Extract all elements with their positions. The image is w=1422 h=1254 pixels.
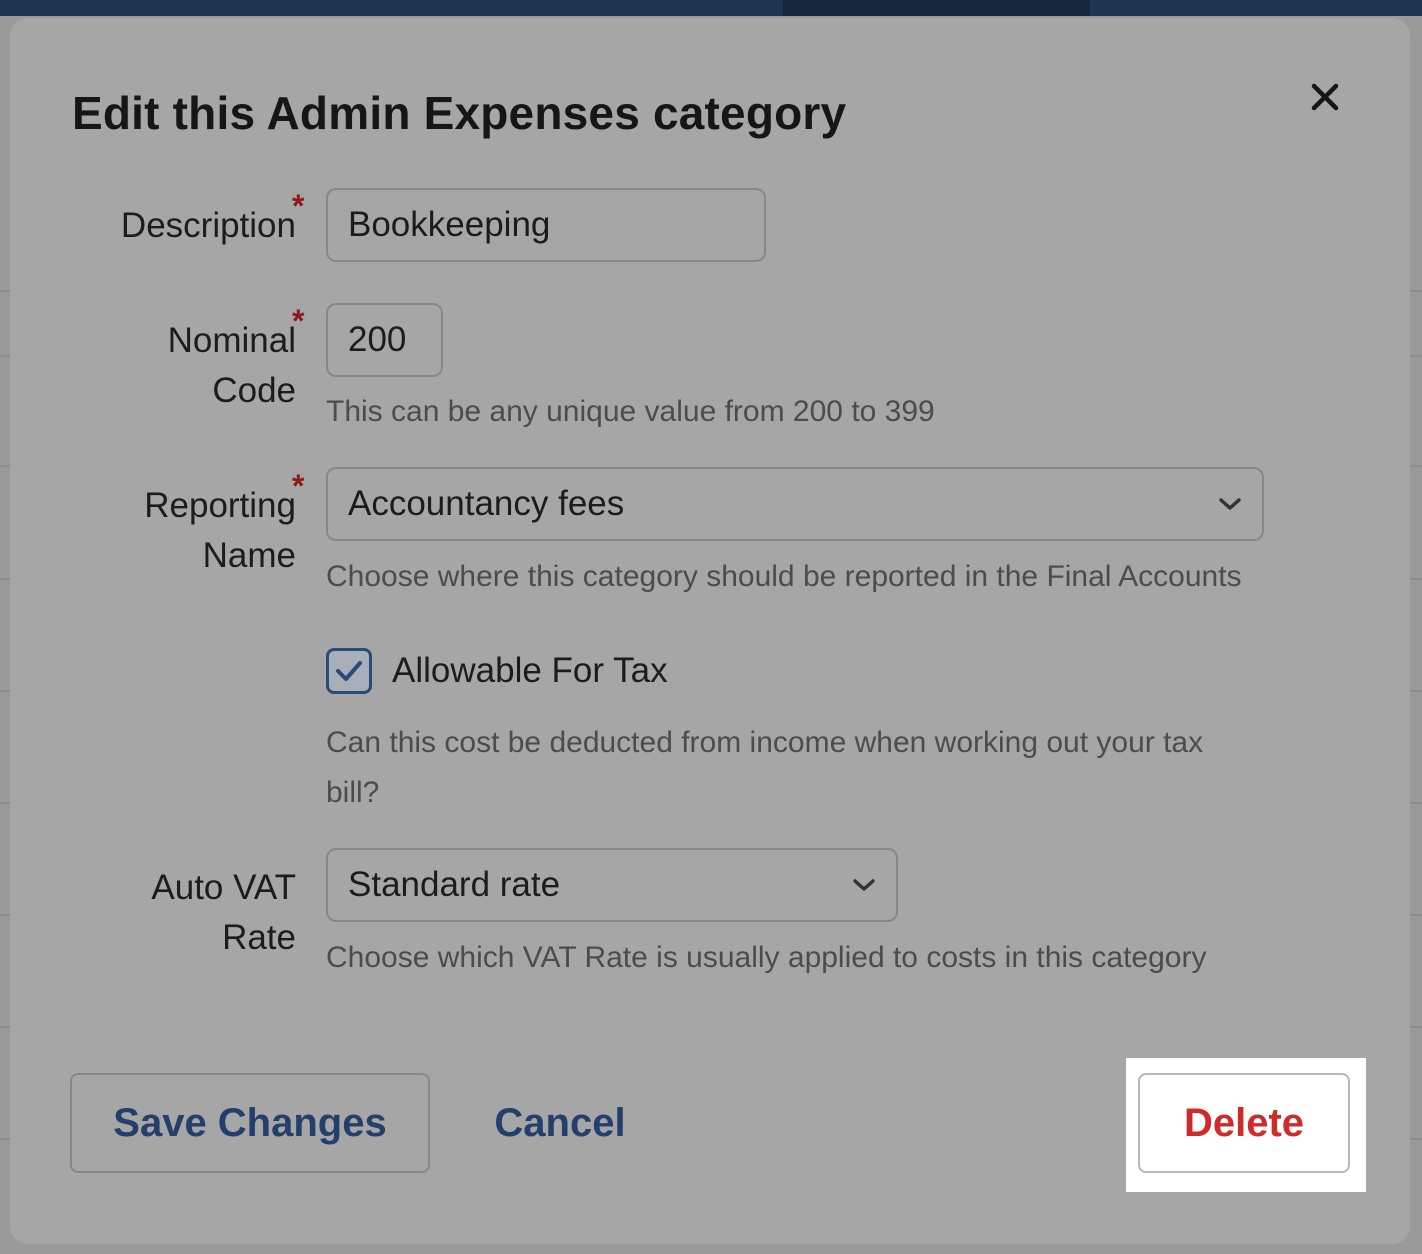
description-value: Bookkeeping <box>348 205 551 244</box>
allowable-for-tax-checkbox[interactable] <box>326 648 372 694</box>
required-marker: * <box>292 303 305 339</box>
nominal-code-hint: This can be any unique value from 200 to… <box>326 395 935 428</box>
chevron-down-icon <box>853 879 875 891</box>
nominal-code-value: 200 <box>348 320 407 359</box>
nominal-code-input[interactable]: 200 <box>326 303 443 377</box>
cancel-button[interactable]: Cancel <box>480 1073 640 1173</box>
reporting-name-select[interactable]: Accountancy fees <box>326 467 1264 541</box>
nominal-code-label: Nominal Code <box>167 321 296 410</box>
reporting-name-label: Reporting Name <box>144 486 296 575</box>
required-marker: * <box>292 188 305 224</box>
auto-vat-rate-label: Auto VAT Rate <box>151 868 296 957</box>
chevron-down-icon <box>1219 498 1241 510</box>
background-top-nav <box>0 0 1422 16</box>
close-button[interactable] <box>1300 72 1350 122</box>
description-label: Description <box>120 206 296 245</box>
required-marker: * <box>292 468 305 504</box>
auto-vat-rate-select[interactable]: Standard rate <box>326 848 898 922</box>
auto-vat-rate-hint: Choose which VAT Rate is usually applied… <box>326 941 1207 974</box>
edit-category-dialog: Edit this Admin Expenses category Descri… <box>10 18 1410 1244</box>
allowable-for-tax-hint: Can this cost be deducted from income wh… <box>326 726 1204 809</box>
reporting-name-selected: Accountancy fees <box>348 484 625 523</box>
reporting-name-hint: Choose where this category should be rep… <box>326 560 1242 593</box>
checkmark-icon <box>336 661 362 681</box>
delete-button[interactable]: Delete <box>1138 1073 1350 1173</box>
close-icon <box>1311 83 1339 111</box>
auto-vat-rate-selected: Standard rate <box>348 865 561 904</box>
save-changes-button[interactable]: Save Changes <box>70 1073 430 1173</box>
description-input[interactable]: Bookkeeping <box>326 188 766 262</box>
background-nav-active-tab <box>783 0 1090 16</box>
allowable-for-tax-label[interactable]: Allowable For Tax <box>392 646 668 696</box>
dialog-title: Edit this Admin Expenses category <box>72 87 847 139</box>
